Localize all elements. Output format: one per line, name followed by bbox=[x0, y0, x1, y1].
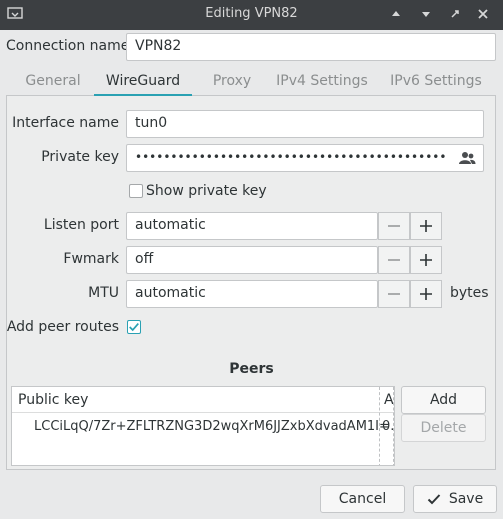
maximize-icon[interactable] bbox=[447, 6, 463, 22]
peers-table: Public key A LCCiLqQ/7Zr+ZFLTRZNG3D2wqXr… bbox=[11, 386, 395, 466]
listen-port-label: Listen port bbox=[43, 217, 119, 233]
column-divider bbox=[393, 387, 394, 465]
tab-bar: General WireGuard Proxy IPv4 Settings IP… bbox=[6, 68, 496, 96]
minus-icon bbox=[388, 259, 400, 261]
connection-name-input[interactable]: VPN82 bbox=[126, 33, 496, 61]
private-key-input[interactable]: ••••••••••••••••••••••••••••••••••••••••… bbox=[126, 144, 484, 172]
save-button[interactable]: Save bbox=[413, 485, 497, 513]
tab-ipv6-settings[interactable]: IPv6 Settings bbox=[386, 68, 486, 96]
minus-icon bbox=[388, 225, 400, 227]
title-bar: Editing VPN82 bbox=[0, 0, 503, 30]
plus-icon bbox=[420, 254, 432, 266]
checkmark-icon bbox=[129, 323, 139, 332]
fwmark-increment-button[interactable] bbox=[410, 246, 442, 274]
checkmark-icon bbox=[427, 494, 441, 505]
listen-port-decrement-button[interactable] bbox=[378, 212, 410, 240]
tab-ipv4-settings[interactable]: IPv4 Settings bbox=[272, 68, 372, 96]
plus-icon bbox=[420, 220, 432, 232]
show-private-key-label: Show private key bbox=[146, 183, 267, 199]
private-key-label: Private key bbox=[41, 149, 119, 165]
interface-name-input[interactable]: tun0 bbox=[126, 110, 484, 138]
mtu-unit-label: bytes bbox=[450, 285, 489, 301]
minus-icon bbox=[388, 293, 400, 295]
listen-port-input[interactable]: automatic bbox=[126, 212, 378, 240]
tab-proxy[interactable]: Proxy bbox=[196, 68, 268, 96]
column-divider[interactable] bbox=[379, 387, 380, 465]
public-key-column-header[interactable]: Public key bbox=[18, 392, 88, 408]
mtu-input[interactable]: automatic bbox=[126, 280, 378, 308]
add-peer-button[interactable]: Add bbox=[401, 386, 486, 414]
peer-public-key-cell: LCCiLqQ/7Zr+ZFLTRZNG3D2wqXrM6JJZxbXdvadA… bbox=[34, 419, 390, 434]
user-options-icon[interactable] bbox=[458, 150, 476, 166]
peers-heading: Peers bbox=[229, 361, 274, 377]
connection-name-label: Connection name bbox=[6, 38, 130, 54]
listen-port-increment-button[interactable] bbox=[410, 212, 442, 240]
tab-general[interactable]: General bbox=[10, 68, 96, 96]
delete-peer-button[interactable]: Delete bbox=[401, 414, 486, 442]
add-peer-routes-label: Add peer routes bbox=[6, 319, 119, 335]
show-private-key-checkbox[interactable] bbox=[129, 184, 143, 198]
plus-icon bbox=[420, 288, 432, 300]
tab-wireguard[interactable]: WireGuard bbox=[94, 68, 192, 96]
interface-name-label: Interface name bbox=[12, 115, 119, 131]
mtu-label: MTU bbox=[88, 285, 119, 301]
cancel-button[interactable]: Cancel bbox=[320, 485, 405, 513]
fwmark-label: Fwmark bbox=[63, 251, 119, 267]
mtu-decrement-button[interactable] bbox=[378, 280, 410, 308]
fwmark-decrement-button[interactable] bbox=[378, 246, 410, 274]
peers-table-header: Public key A bbox=[12, 387, 394, 413]
mtu-increment-button[interactable] bbox=[410, 280, 442, 308]
close-icon[interactable] bbox=[475, 6, 491, 22]
keep-above-icon[interactable] bbox=[388, 6, 404, 22]
fwmark-input[interactable]: off bbox=[126, 246, 378, 274]
add-peer-routes-checkbox[interactable] bbox=[127, 320, 141, 334]
minimize-icon[interactable] bbox=[418, 6, 434, 22]
save-button-label: Save bbox=[448, 491, 484, 507]
